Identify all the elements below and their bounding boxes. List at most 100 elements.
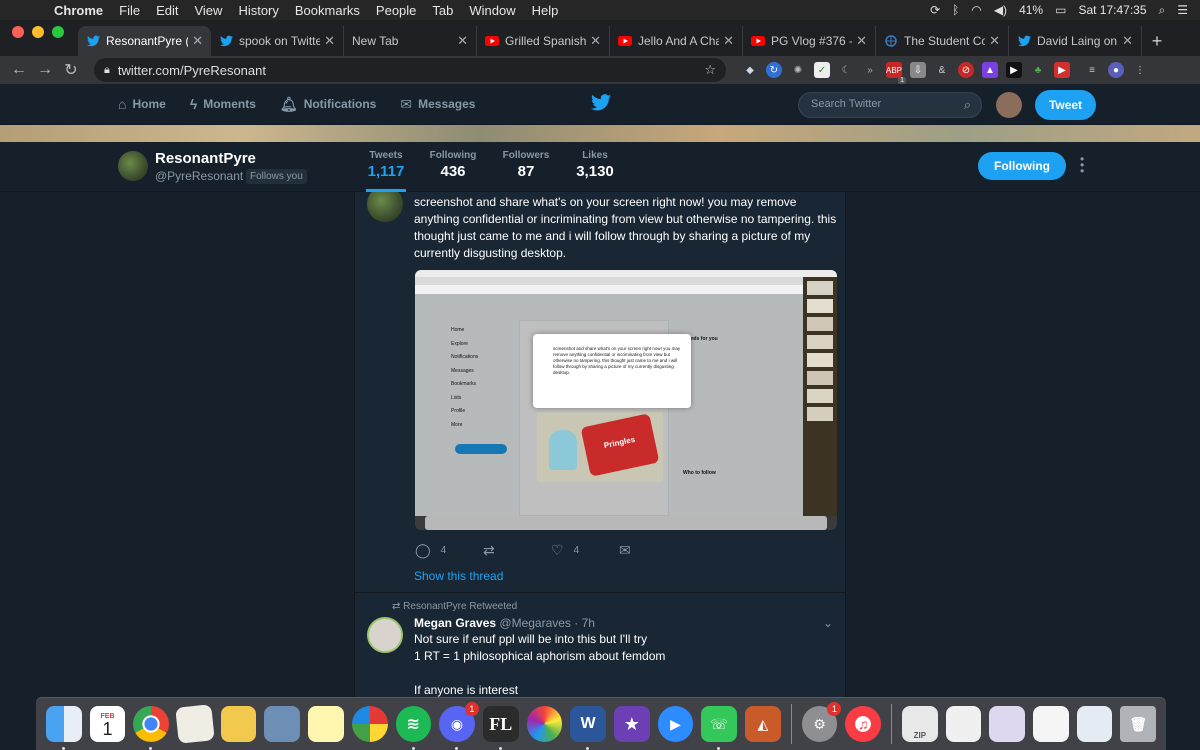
battery-icon[interactable]: ▭ bbox=[1055, 3, 1066, 17]
lock-icon[interactable]: 🔒︎ bbox=[104, 64, 110, 77]
textedit-icon[interactable] bbox=[175, 704, 215, 744]
retweeted-by-label[interactable]: ResonantPyre Retweeted bbox=[403, 601, 517, 612]
photos-icon[interactable] bbox=[526, 706, 563, 742]
translate-extension-icon[interactable]: ↻ bbox=[766, 62, 782, 78]
gear-extension-icon[interactable]: ✺ bbox=[790, 62, 806, 78]
play-extension-icon[interactable]: ▶ bbox=[1006, 62, 1022, 78]
dm-action[interactable]: ✉ bbox=[619, 542, 639, 559]
checkmark-extension-icon[interactable]: ✓ bbox=[814, 62, 830, 78]
profile-handle[interactable]: @PyreResonant bbox=[155, 169, 243, 183]
browser-tab[interactable]: David Laing on T ✕ bbox=[1009, 26, 1142, 56]
tweet-image[interactable]: Home Explore Notifications Messages Book… bbox=[415, 270, 837, 530]
reply-action[interactable]: ◯ 4 bbox=[415, 542, 483, 559]
chevron-down-icon[interactable]: ⌄ bbox=[823, 616, 833, 630]
youtube-extension-icon[interactable]: ▶ bbox=[1054, 62, 1070, 78]
moon-extension-icon[interactable]: ☾ bbox=[838, 62, 854, 78]
menu-edit[interactable]: Edit bbox=[148, 3, 186, 18]
purple-extension-icon[interactable]: ▲ bbox=[982, 62, 998, 78]
browser-tab[interactable]: spook on Twitter ✕ bbox=[211, 26, 344, 56]
wifi-icon[interactable]: ◠ bbox=[971, 3, 981, 17]
block-extension-icon[interactable]: ⊘ bbox=[958, 62, 974, 78]
document-stack-icon[interactable] bbox=[989, 706, 1026, 742]
sync-icon[interactable]: ⟳ bbox=[930, 3, 940, 17]
more-extensions-icon[interactable]: » bbox=[862, 62, 878, 78]
bookmark-star-icon[interactable]: ☆ bbox=[704, 62, 716, 78]
grass-extension-icon[interactable]: ♣ bbox=[1030, 62, 1046, 78]
word-icon[interactable]: W bbox=[570, 706, 606, 750]
new-tab-button[interactable]: + bbox=[1142, 26, 1172, 56]
menu-window[interactable]: Window bbox=[461, 3, 523, 18]
menu-people[interactable]: People bbox=[368, 3, 424, 18]
clock[interactable]: Sat 17:47:35 bbox=[1078, 3, 1146, 17]
calendar-icon[interactable]: FEB 1 bbox=[89, 706, 126, 742]
close-tab-icon[interactable]: ✕ bbox=[192, 33, 203, 49]
compose-tweet-button[interactable]: Tweet bbox=[1035, 90, 1096, 120]
close-window-button[interactable] bbox=[12, 26, 24, 38]
like-action[interactable]: ♡ 4 bbox=[551, 542, 619, 559]
folder-stack-icon[interactable] bbox=[1076, 706, 1113, 742]
color-app-icon[interactable] bbox=[351, 706, 388, 742]
tweet-author-avatar[interactable] bbox=[367, 192, 403, 222]
address-bar[interactable]: 🔒︎ twitter.com/PyreResonant ☆ bbox=[94, 58, 726, 82]
browser-tab[interactable]: PG Vlog #376 -- ✕ bbox=[743, 26, 876, 56]
spotify-icon[interactable]: ≋ bbox=[395, 706, 432, 750]
close-tab-icon[interactable]: ✕ bbox=[590, 33, 601, 49]
menu-app-name[interactable]: Chrome bbox=[46, 3, 111, 18]
close-tab-icon[interactable]: ✕ bbox=[989, 33, 1000, 49]
notes-icon[interactable] bbox=[308, 706, 344, 742]
chrome-icon[interactable] bbox=[133, 706, 170, 750]
discord-icon[interactable]: ◉ 1 bbox=[439, 702, 479, 750]
download-extension-icon[interactable]: ⇩ bbox=[910, 62, 926, 78]
profile-avatar-icon[interactable]: ● bbox=[1108, 62, 1124, 78]
close-tab-icon[interactable]: ✕ bbox=[457, 33, 468, 49]
finder-icon[interactable] bbox=[46, 706, 82, 750]
profile-avatar[interactable] bbox=[118, 151, 148, 181]
vpn-shield-icon[interactable]: ◆ bbox=[742, 62, 758, 78]
menu-tab[interactable]: Tab bbox=[424, 3, 461, 18]
menu-history[interactable]: History bbox=[230, 3, 286, 18]
close-tab-icon[interactable]: ✕ bbox=[723, 33, 734, 49]
stat-following[interactable]: Following 436 bbox=[428, 150, 478, 180]
browser-tab[interactable]: Grilled Spanish C ✕ bbox=[477, 26, 610, 56]
trash-icon[interactable]: 🗑︎ bbox=[1120, 706, 1157, 742]
show-thread-link[interactable]: Show this thread bbox=[414, 569, 503, 583]
browser-tab[interactable]: New Tab ✕ bbox=[344, 26, 477, 56]
more-options-icon[interactable]: • • • bbox=[1080, 153, 1084, 177]
twitter-logo-icon[interactable] bbox=[591, 94, 611, 116]
retweet-action[interactable]: ⇄ bbox=[483, 542, 551, 559]
image-capture-icon[interactable] bbox=[264, 706, 301, 742]
zip-file-icon[interactable]: ZIP bbox=[902, 706, 938, 742]
zoom-icon[interactable]: ▶ bbox=[657, 706, 694, 742]
browser-tab[interactable]: The Student Cor ✕ bbox=[876, 26, 1009, 56]
stat-likes[interactable]: Likes 3,130 bbox=[574, 150, 616, 180]
close-tab-icon[interactable]: ✕ bbox=[1122, 33, 1133, 49]
url-text[interactable]: twitter.com/PyreResonant bbox=[118, 63, 266, 78]
close-tab-icon[interactable]: ✕ bbox=[324, 33, 335, 49]
nav-messages[interactable]: ✉ Messages bbox=[400, 96, 475, 113]
nav-home[interactable]: ⌂ Home bbox=[118, 96, 166, 112]
nav-moments[interactable]: ϟ Moments bbox=[190, 96, 256, 112]
screenshot-stack-icon[interactable] bbox=[1033, 706, 1069, 742]
ampersand-extension-icon[interactable]: & bbox=[934, 62, 950, 78]
menu-help[interactable]: Help bbox=[524, 3, 567, 18]
bluetooth-icon[interactable]: ᛒ bbox=[952, 3, 959, 17]
minimize-window-button[interactable] bbox=[32, 26, 44, 38]
browser-tab[interactable]: ResonantPyre (@ ✕ bbox=[78, 26, 211, 56]
browser-tab[interactable]: Jello And A Chat ✕ bbox=[610, 26, 743, 56]
reload-icon[interactable]: ↻ bbox=[58, 60, 84, 80]
zoom-window-button[interactable] bbox=[52, 26, 64, 38]
spotlight-search-icon[interactable]: ⌕ bbox=[1159, 3, 1166, 18]
menu-bookmarks[interactable]: Bookmarks bbox=[287, 3, 368, 18]
forward-arrow-icon[interactable]: → bbox=[32, 61, 58, 79]
tweet-author[interactable]: Megan Graves @Megaraves · 7h bbox=[414, 616, 595, 630]
user-avatar[interactable] bbox=[996, 92, 1022, 118]
nav-notifications[interactable]: 🔔︎ Notifications bbox=[280, 96, 376, 113]
stat-followers[interactable]: Followers 87 bbox=[500, 150, 552, 180]
downloads-stack-icon[interactable] bbox=[945, 706, 982, 742]
preview-icon[interactable] bbox=[220, 706, 257, 742]
notification-center-icon[interactable]: ☰ bbox=[1177, 3, 1188, 17]
imovie-star-icon[interactable]: ★ bbox=[613, 706, 650, 742]
itunes-icon[interactable]: ♫ bbox=[845, 706, 882, 742]
menu-view[interactable]: View bbox=[186, 3, 230, 18]
facetime-icon[interactable]: ☏ bbox=[701, 706, 737, 750]
